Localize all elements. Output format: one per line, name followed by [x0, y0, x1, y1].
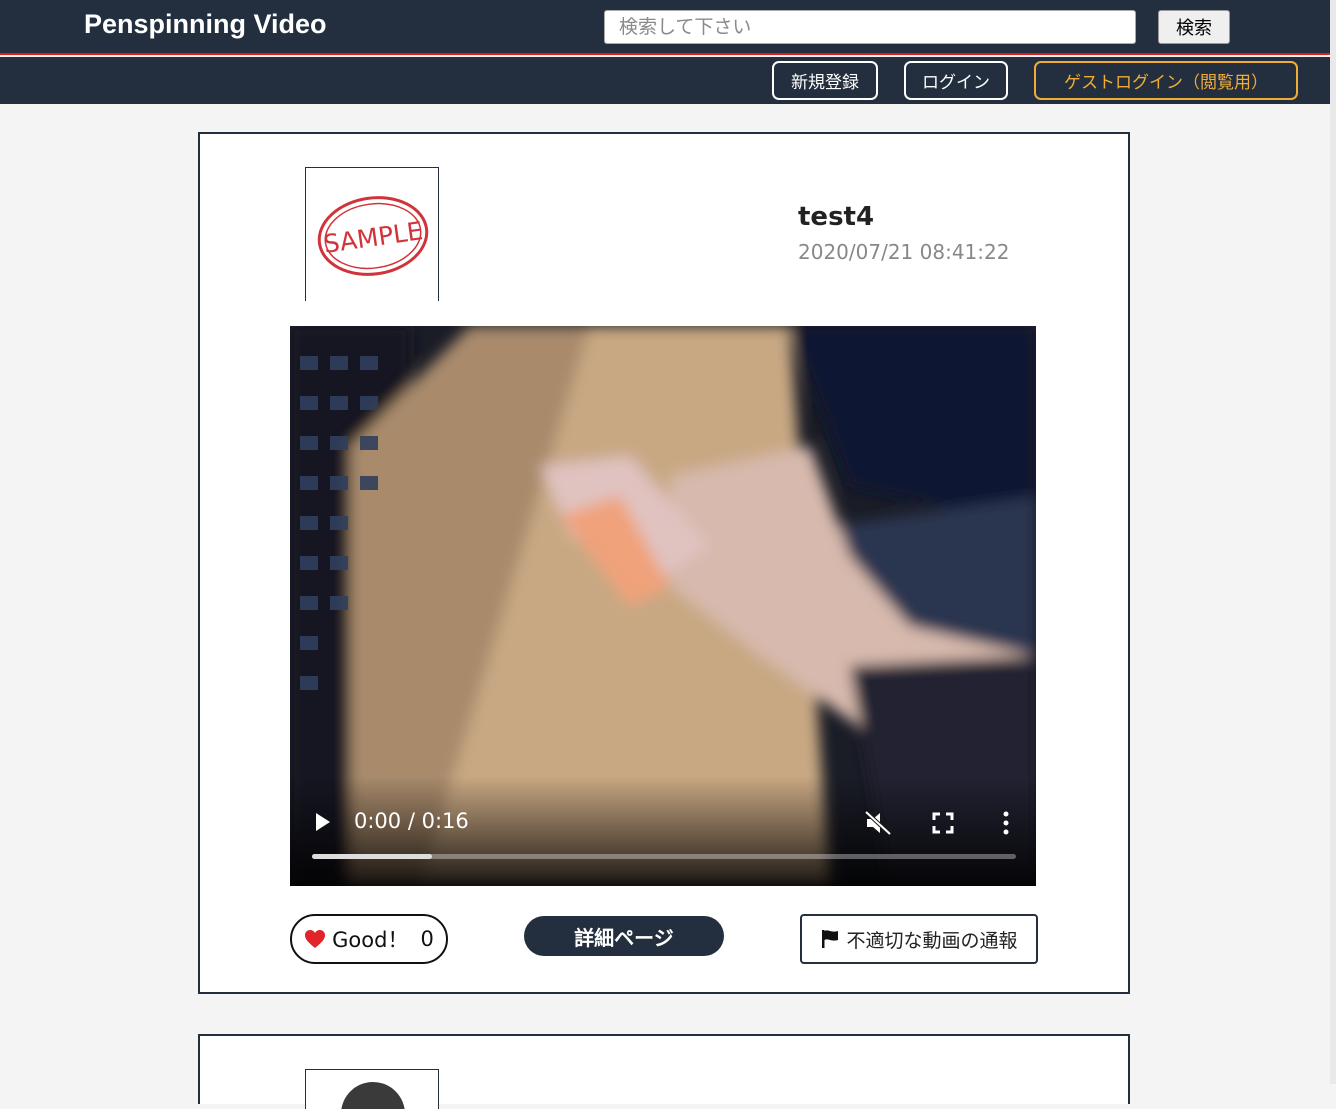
- heart-icon: [305, 930, 326, 948]
- detail-page-button[interactable]: 詳細ページ: [524, 916, 724, 956]
- video-player[interactable]: 0:00 / 0:16: [290, 326, 1036, 886]
- post-card: SAMPLE test4 2020/07/21 08:41:22 0:00 / …: [198, 132, 1130, 994]
- site-logo[interactable]: Penspinning Video: [84, 9, 327, 40]
- video-progress-bar[interactable]: [312, 854, 1016, 859]
- guest-login-button[interactable]: ゲストログイン（閲覧用）: [1034, 61, 1298, 100]
- search-button[interactable]: 検索: [1158, 10, 1230, 44]
- play-icon[interactable]: [316, 813, 330, 831]
- good-count: 0: [420, 927, 434, 951]
- fullscreen-icon[interactable]: [932, 812, 954, 834]
- report-video-button[interactable]: 不適切な動画の通報: [800, 914, 1038, 964]
- report-label: 不適切な動画の通報: [846, 929, 1018, 952]
- nav-bar: 新規登録 ログイン ゲストログイン（閲覧用）: [0, 57, 1330, 104]
- post-username[interactable]: test4: [798, 202, 874, 232]
- more-options-icon[interactable]: [998, 810, 1014, 836]
- header-bar: Penspinning Video 検索: [0, 0, 1330, 55]
- post-timestamp: 2020/07/21 08:41:22: [798, 240, 1010, 264]
- good-label: Good！: [332, 928, 409, 952]
- page-scrollbar[interactable]: [1330, 0, 1336, 1084]
- video-progress-fill: [312, 854, 432, 859]
- user-avatar[interactable]: [305, 1069, 439, 1109]
- flag-icon: [822, 930, 839, 948]
- user-thumbnail[interactable]: SAMPLE: [305, 167, 439, 301]
- muted-volume-icon[interactable]: [864, 810, 892, 836]
- sample-stamp-text: SAMPLE: [322, 216, 425, 259]
- good-button[interactable]: Good！ 0: [290, 914, 448, 964]
- signup-button[interactable]: 新規登録: [772, 61, 878, 100]
- post-card: [198, 1034, 1130, 1109]
- login-button[interactable]: ログイン: [904, 61, 1008, 100]
- search-input[interactable]: [604, 10, 1136, 44]
- video-time: 0:00 / 0:16: [354, 809, 469, 833]
